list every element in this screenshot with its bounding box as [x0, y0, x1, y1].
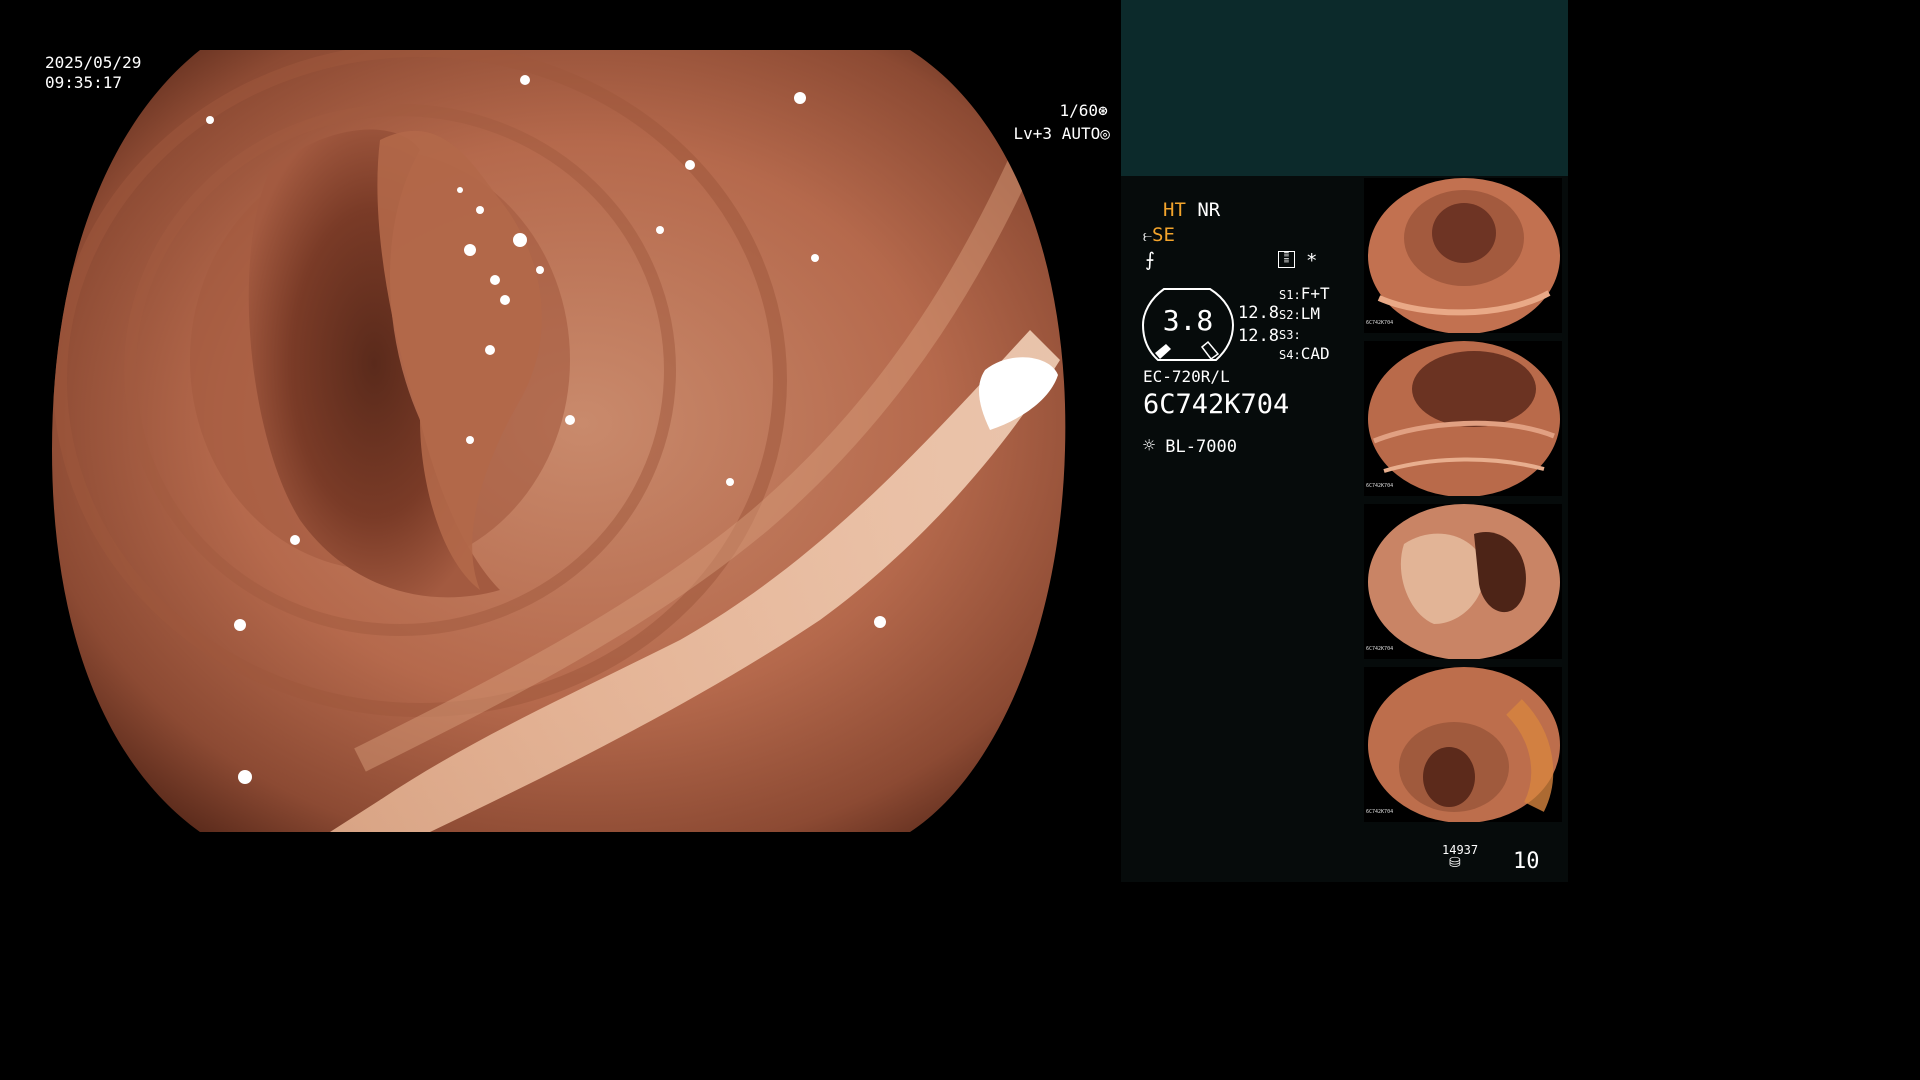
scope-model: EC-720R/L	[1143, 367, 1230, 386]
thumbnail-id: 6C742K704	[1366, 809, 1394, 815]
mode-ht: HT	[1163, 199, 1186, 221]
frequency-icon: ⨍	[1145, 249, 1155, 271]
endoscope-main-view: 2025/05/29 09:35:17 1/60⊛ Lv+3 AUTO◎	[0, 0, 1121, 882]
mode-nr: NR	[1197, 199, 1221, 221]
thumbnail-4[interactable]: 6C742K704	[1364, 667, 1562, 822]
thumbnail-3[interactable]: 6C742K704	[1364, 504, 1562, 659]
switch-key: S3	[1279, 328, 1294, 342]
scope-serial: 6C742K704	[1143, 389, 1290, 420]
endoscopic-image	[52, 50, 1066, 832]
switch-key: S4	[1279, 348, 1294, 362]
settings-menu-icon: ≡ ≡	[1278, 251, 1295, 268]
thumbnail-image	[1364, 178, 1562, 333]
storage-icon: ⛁	[1449, 855, 1461, 871]
capture-date: 2025/05/29	[45, 53, 142, 72]
switch-row-s1: S1:F+T	[1279, 284, 1330, 303]
switch-row-s2: S2:LM	[1279, 304, 1320, 323]
thumbnail-image	[1364, 667, 1562, 822]
gauge-value: 3.8	[1162, 304, 1214, 337]
asterisk-indicator: *	[1306, 250, 1318, 272]
light-source-icon: ☼	[1143, 433, 1156, 457]
mode-row-se: ⥼SE	[1143, 224, 1175, 247]
light-source-row: ☼ BL-7000	[1143, 433, 1237, 457]
switch-row-s4: S4:CAD	[1279, 344, 1330, 363]
gauge-left-marker	[1155, 344, 1171, 359]
gauge-lower-value: 12.8	[1238, 326, 1279, 346]
switch-value: CAD	[1300, 344, 1330, 363]
switch-value: LM	[1300, 304, 1320, 323]
thumbnail-2[interactable]: 6C742K704	[1364, 341, 1562, 496]
enhance-icon: ⥼	[1143, 226, 1153, 245]
switch-key: S1	[1279, 288, 1294, 302]
mode-se: SE	[1152, 224, 1175, 246]
iris-mode-label: AUTO	[1061, 124, 1101, 143]
switch-value: F+T	[1300, 284, 1330, 303]
thumbnail-id: 6C742K704	[1366, 646, 1394, 652]
switch-list: S1:F+T S2:LM S3: S4:CAD	[1279, 284, 1330, 364]
zoom-gauge: 3.8	[1141, 287, 1235, 361]
capture-time: 09:35:17	[45, 73, 123, 92]
brightness-setting: Lv+3 AUTO◎	[975, 104, 1110, 164]
thumbnail-1[interactable]: 6C742K704	[1364, 178, 1562, 333]
capture-counter: 10	[1513, 849, 1540, 874]
thumbnail-id: 6C742K704	[1366, 483, 1394, 489]
thumbnail-image	[1364, 341, 1562, 496]
thumbnail-image	[1364, 504, 1562, 659]
switch-row-s3: S3:	[1279, 328, 1301, 342]
switch-key: S2	[1279, 308, 1294, 322]
panel-header-area	[1121, 0, 1568, 176]
iris-icon: ◎	[1100, 124, 1110, 143]
thumbnail-id: 6C742K704	[1366, 320, 1394, 326]
thumbnail-strip: 6C742K704 6C742K704 6C742K704 6C742K704	[1364, 178, 1562, 822]
mode-row-ht: HT NR	[1163, 199, 1220, 221]
light-source-label: BL-7000	[1165, 437, 1237, 457]
level-label: Lv+3	[1013, 124, 1053, 143]
gauge-right-marker	[1200, 340, 1220, 361]
gauge-upper-value: 12.8	[1238, 303, 1279, 323]
